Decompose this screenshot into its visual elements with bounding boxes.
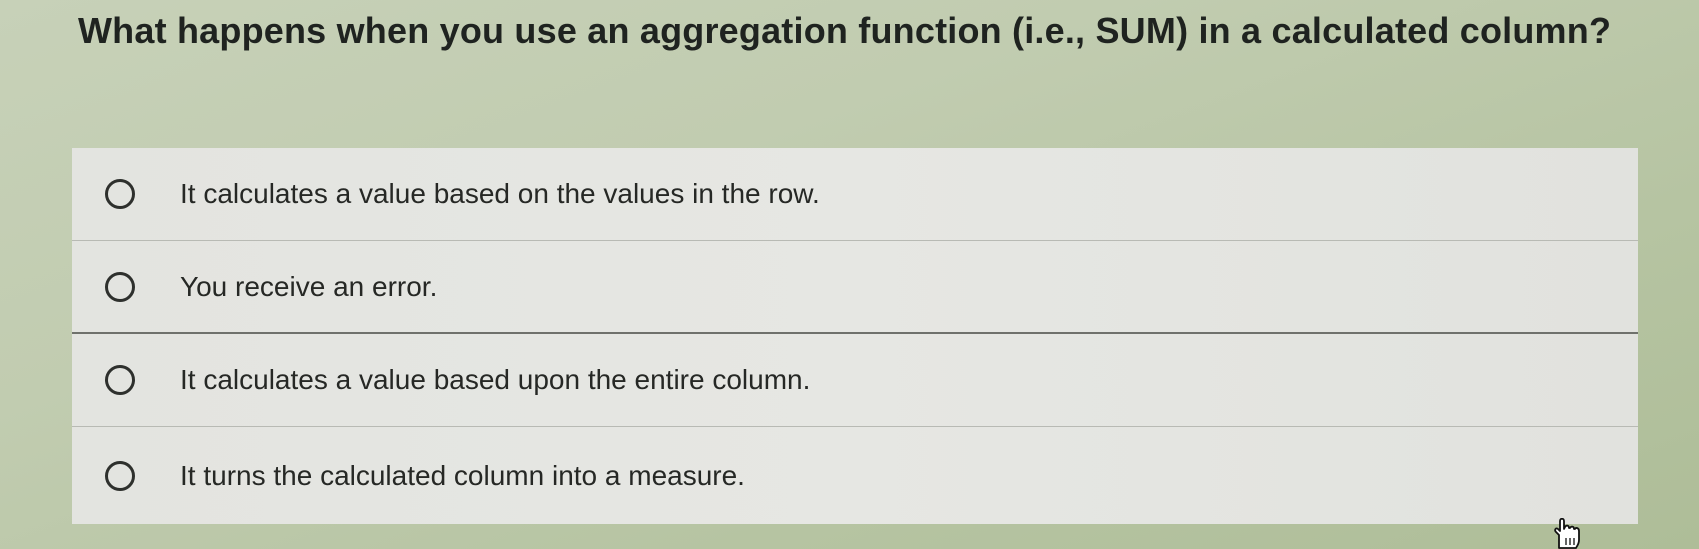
answer-option-4[interactable]: It turns the calculated column into a me… (72, 427, 1638, 524)
answer-option-label: It calculates a value based upon the ent… (180, 364, 811, 395)
answer-options: It calculates a value based on the value… (72, 148, 1638, 524)
answer-option-1[interactable]: It calculates a value based on the value… (72, 148, 1638, 241)
radio-button-icon[interactable] (105, 271, 135, 302)
answer-option-label: You receive an error. (180, 270, 438, 302)
radio-button-icon[interactable] (105, 460, 135, 491)
radio-button-icon[interactable] (105, 365, 135, 395)
radio-button-icon[interactable] (105, 179, 135, 209)
question-text: What happens when you use an aggregation… (78, 10, 1612, 51)
answer-option-label: It turns the calculated column into a me… (180, 459, 745, 491)
answer-option-2[interactable]: You receive an error. (72, 241, 1638, 334)
hand-pointer-icon (1554, 518, 1580, 549)
answer-option-3[interactable]: It calculates a value based upon the ent… (72, 334, 1638, 427)
answer-option-label: It calculates a value based on the value… (180, 178, 820, 209)
